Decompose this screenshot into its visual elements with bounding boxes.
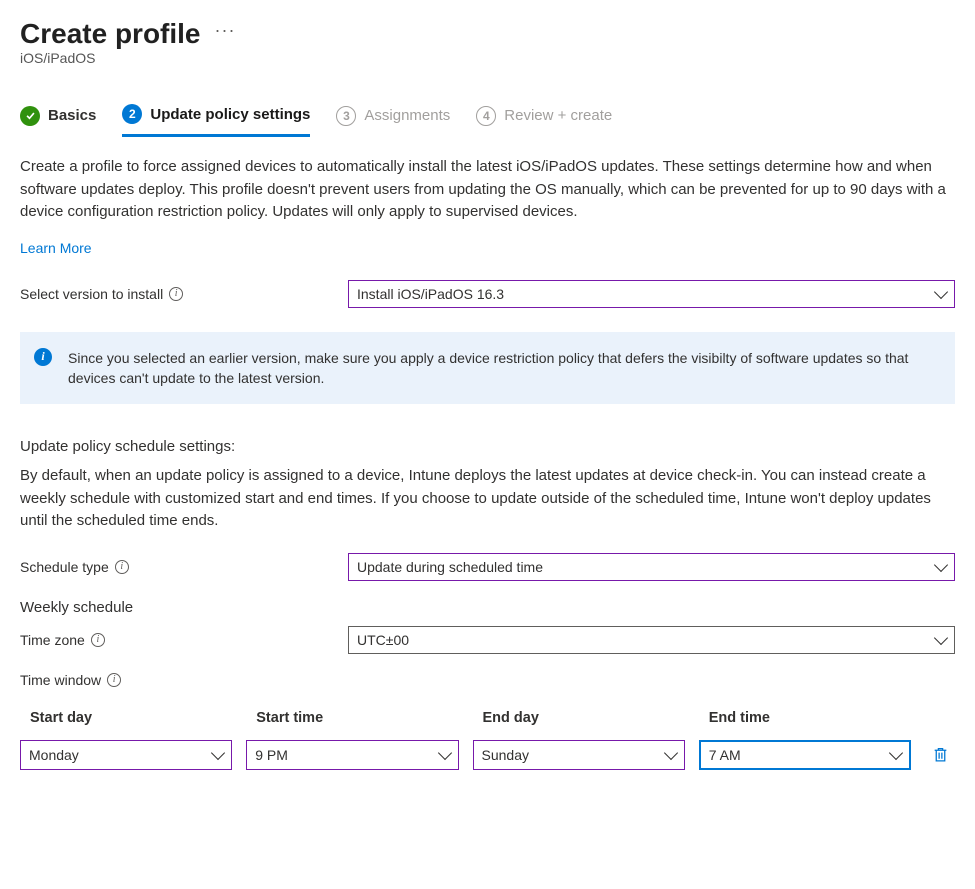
end-day-dropdown[interactable]: Sunday <box>473 740 685 770</box>
label-text: Time zone <box>20 632 85 648</box>
select-value: Update during scheduled time <box>357 559 543 575</box>
select-value: 7 AM <box>709 747 741 763</box>
chevron-down-icon <box>934 631 948 645</box>
tab-update-policy-settings[interactable]: 2 Update policy settings <box>122 98 310 137</box>
delete-row-button[interactable] <box>925 740 955 770</box>
chevron-down-icon <box>889 746 903 760</box>
tab-review-create[interactable]: 4 Review + create <box>476 100 612 136</box>
more-actions-icon[interactable]: ··· <box>215 20 236 41</box>
label-text: Schedule type <box>20 559 109 575</box>
col-header-start-day: Start day <box>20 710 232 740</box>
time-window-grid: Start day Start time End day End time Mo… <box>20 710 955 770</box>
select-version-row: Select version to install i Install iOS/… <box>20 280 955 308</box>
info-icon[interactable]: i <box>169 287 183 301</box>
page-subtitle: iOS/iPadOS <box>20 50 955 66</box>
info-banner: i Since you selected an earlier version,… <box>20 332 955 405</box>
select-version-dropdown[interactable]: Install iOS/iPadOS 16.3 <box>348 280 955 308</box>
step-number-icon: 2 <box>122 104 142 124</box>
trash-icon <box>932 746 949 763</box>
info-icon[interactable]: i <box>91 633 105 647</box>
select-value: Sunday <box>482 747 529 763</box>
timezone-label: Time zone i <box>20 632 340 648</box>
info-icon[interactable]: i <box>107 673 121 687</box>
learn-more-link[interactable]: Learn More <box>20 240 92 256</box>
start-time-dropdown[interactable]: 9 PM <box>246 740 458 770</box>
timezone-dropdown[interactable]: UTC±00 <box>348 626 955 654</box>
schedule-type-row: Schedule type i Update during scheduled … <box>20 553 955 581</box>
tab-label: Update policy settings <box>150 106 310 123</box>
label-text: Select version to install <box>20 286 163 302</box>
tab-basics[interactable]: Basics <box>20 100 96 136</box>
step-number-icon: 3 <box>336 106 356 126</box>
tab-label: Review + create <box>504 107 612 124</box>
weekly-schedule-heading: Weekly schedule <box>20 599 955 616</box>
page-description: Create a profile to force assigned devic… <box>20 156 955 224</box>
select-value: Monday <box>29 747 79 763</box>
step-number-icon: 4 <box>476 106 496 126</box>
page-header: Create profile ··· <box>20 18 955 50</box>
schedule-description: By default, when an update policy is ass… <box>20 465 955 533</box>
info-icon: i <box>34 348 52 366</box>
select-value: 9 PM <box>255 747 288 763</box>
page-title: Create profile <box>20 18 201 50</box>
select-value: UTC±00 <box>357 632 409 648</box>
chevron-down-icon <box>934 558 948 572</box>
schedule-type-dropdown[interactable]: Update during scheduled time <box>348 553 955 581</box>
schedule-type-label: Schedule type i <box>20 559 340 575</box>
start-day-dropdown[interactable]: Monday <box>20 740 232 770</box>
chevron-down-icon <box>437 746 451 760</box>
info-icon[interactable]: i <box>115 560 129 574</box>
timezone-row: Time zone i UTC±00 <box>20 626 955 654</box>
end-time-dropdown[interactable]: 7 AM <box>699 740 911 770</box>
chevron-down-icon <box>211 746 225 760</box>
col-header-start-time: Start time <box>246 710 458 740</box>
tab-label: Basics <box>48 107 96 124</box>
col-header-end-time: End time <box>699 710 911 740</box>
chevron-down-icon <box>934 284 948 298</box>
banner-text: Since you selected an earlier version, m… <box>68 350 908 386</box>
wizard-tabs: Basics 2 Update policy settings 3 Assign… <box>20 98 955 138</box>
checkmark-icon <box>20 106 40 126</box>
col-header-end-day: End day <box>473 710 685 740</box>
time-window-label: Time window i <box>20 672 955 688</box>
label-text: Time window <box>20 672 101 688</box>
select-version-label: Select version to install i <box>20 286 340 302</box>
schedule-heading: Update policy schedule settings: <box>20 438 955 455</box>
select-value: Install iOS/iPadOS 16.3 <box>357 286 504 302</box>
chevron-down-icon <box>664 746 678 760</box>
tab-label: Assignments <box>364 107 450 124</box>
tab-assignments[interactable]: 3 Assignments <box>336 100 450 136</box>
